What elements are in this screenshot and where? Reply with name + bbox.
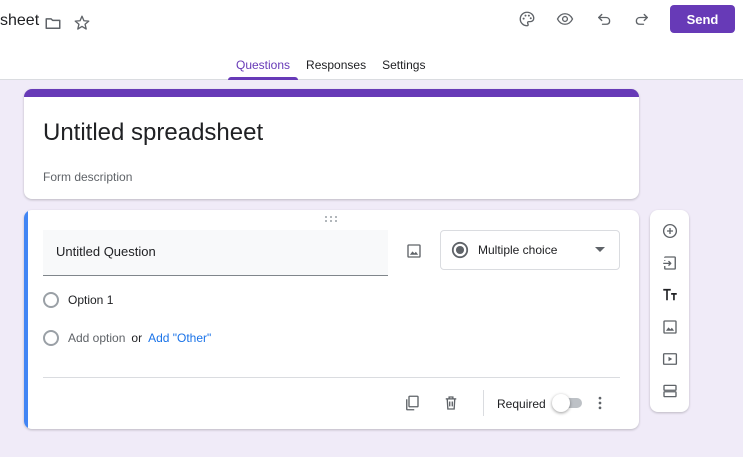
form-description-field[interactable]: Form description bbox=[43, 170, 132, 184]
required-toggle[interactable] bbox=[552, 394, 582, 412]
add-other-link[interactable]: Add "Other" bbox=[148, 331, 211, 345]
add-question-icon[interactable] bbox=[656, 217, 684, 245]
active-question-indicator bbox=[24, 210, 28, 429]
tab-settings[interactable]: Settings bbox=[374, 55, 433, 80]
import-questions-icon[interactable] bbox=[656, 249, 684, 277]
star-icon[interactable] bbox=[68, 9, 96, 37]
delete-icon[interactable] bbox=[438, 390, 464, 416]
question-type-label: Multiple choice bbox=[478, 243, 558, 257]
form-title[interactable]: Untitled spreadsheet bbox=[43, 119, 263, 147]
document-title[interactable]: sheet bbox=[0, 12, 39, 30]
eye-icon[interactable] bbox=[551, 5, 579, 33]
add-image-icon[interactable] bbox=[401, 238, 427, 264]
question-card[interactable]: Untitled Question Multiple choice Option… bbox=[24, 210, 639, 429]
question-title-input[interactable]: Untitled Question bbox=[43, 230, 388, 276]
tab-questions[interactable]: Questions bbox=[228, 55, 299, 80]
folder-icon[interactable] bbox=[39, 9, 67, 37]
radio-button-icon bbox=[451, 241, 469, 259]
redo-icon[interactable] bbox=[628, 5, 656, 33]
more-options-icon[interactable] bbox=[587, 390, 613, 416]
add-video-icon[interactable] bbox=[656, 345, 684, 373]
add-title-icon[interactable] bbox=[656, 281, 684, 309]
form-title-card[interactable]: Untitled spreadsheet Form description bbox=[24, 89, 639, 199]
top-header: sheet Send Questions Responses Settings bbox=[0, 0, 743, 80]
question-footer-divider bbox=[43, 377, 620, 378]
dropdown-arrow-icon bbox=[595, 247, 605, 252]
duplicate-icon[interactable] bbox=[399, 390, 425, 416]
option-row[interactable]: Option 1 bbox=[43, 290, 113, 310]
undo-icon[interactable] bbox=[590, 5, 618, 33]
or-text: or bbox=[131, 331, 143, 345]
required-label: Required bbox=[497, 397, 546, 411]
palette-icon[interactable] bbox=[513, 5, 541, 33]
add-section-icon[interactable] bbox=[656, 377, 684, 405]
option-label[interactable]: Option 1 bbox=[68, 293, 113, 307]
add-image-icon[interactable] bbox=[656, 313, 684, 341]
question-type-dropdown[interactable]: Multiple choice bbox=[440, 230, 620, 270]
drag-handle-icon[interactable] bbox=[324, 215, 338, 223]
tab-responses[interactable]: Responses bbox=[298, 55, 374, 80]
add-option-row: Add option or Add "Other" bbox=[43, 328, 211, 348]
radio-circle-icon bbox=[43, 330, 59, 346]
floating-toolbar bbox=[650, 210, 689, 412]
radio-circle-icon bbox=[43, 292, 59, 308]
add-option-button[interactable]: Add option bbox=[68, 331, 125, 345]
footer-separator bbox=[483, 390, 484, 416]
toggle-knob bbox=[552, 394, 570, 412]
send-button[interactable]: Send bbox=[670, 5, 735, 33]
form-tabs: Questions Responses Settings bbox=[228, 55, 433, 80]
